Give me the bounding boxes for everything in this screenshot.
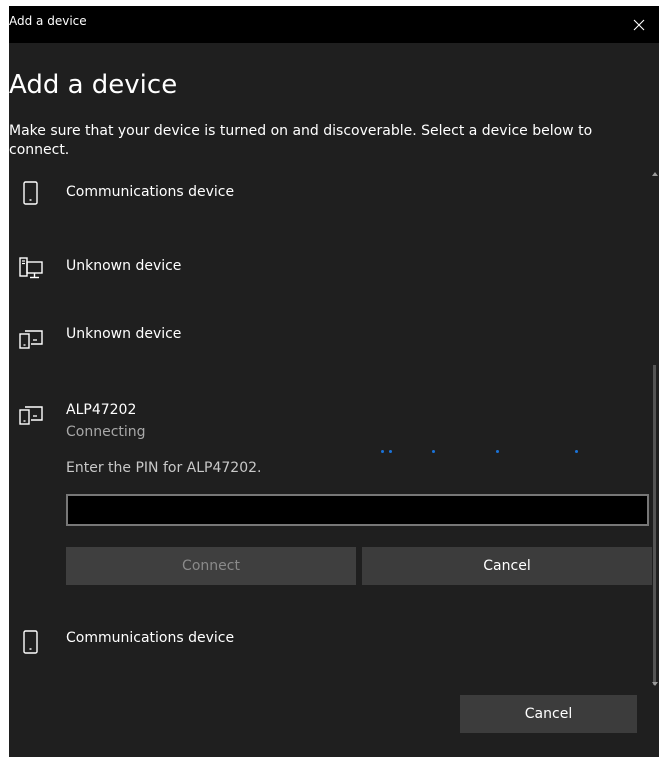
scroll-up-icon[interactable] xyxy=(652,172,658,176)
cancel-pairing-label: Cancel xyxy=(483,558,531,574)
devices-icon xyxy=(19,330,43,349)
phone-icon xyxy=(23,181,38,205)
connect-button[interactable]: Connect xyxy=(66,547,356,585)
connection-status: Connecting xyxy=(66,424,146,440)
window-title: Add a device xyxy=(9,14,87,28)
device-name: ALP47202 xyxy=(66,402,137,418)
computer-icon xyxy=(19,257,43,279)
cancel-button-label: Cancel xyxy=(524,706,573,722)
page-title: Add a device xyxy=(9,70,178,100)
device-item-communications-2[interactable]: Communications device xyxy=(9,616,649,676)
device-item-communications-1[interactable]: Communications device xyxy=(9,170,649,230)
add-device-window: Add a device Add a device Make sure that… xyxy=(9,6,659,757)
device-item-alp47202[interactable]: ALP47202 Connecting Enter the PIN for AL… xyxy=(9,390,652,590)
scroll-thumb[interactable] xyxy=(653,365,656,685)
device-item-unknown-1[interactable]: Unknown device xyxy=(9,242,649,302)
device-item-unknown-2[interactable]: Unknown device xyxy=(9,312,649,372)
device-name: Unknown device xyxy=(66,326,182,342)
phone-icon xyxy=(23,630,38,654)
close-button[interactable] xyxy=(619,6,659,43)
device-name: Communications device xyxy=(66,630,235,646)
scroll-down-icon[interactable] xyxy=(652,682,658,686)
device-list: Communications device Unknown device Unk… xyxy=(9,170,659,690)
title-bar[interactable]: Add a device xyxy=(9,6,659,43)
device-name: Unknown device xyxy=(66,258,182,274)
device-list-scrollbar[interactable] xyxy=(651,170,659,690)
instructions-text: Make sure that your device is turned on … xyxy=(9,123,593,158)
pin-prompt: Enter the PIN for ALP47202. xyxy=(66,460,262,476)
device-name: Communications device xyxy=(66,184,235,200)
close-icon xyxy=(633,19,645,30)
connect-button-label: Connect xyxy=(182,558,240,574)
cancel-button[interactable]: Cancel xyxy=(460,695,637,733)
devices-icon xyxy=(19,406,43,425)
cancel-pairing-button[interactable]: Cancel xyxy=(362,547,652,585)
pin-input[interactable] xyxy=(66,494,649,526)
